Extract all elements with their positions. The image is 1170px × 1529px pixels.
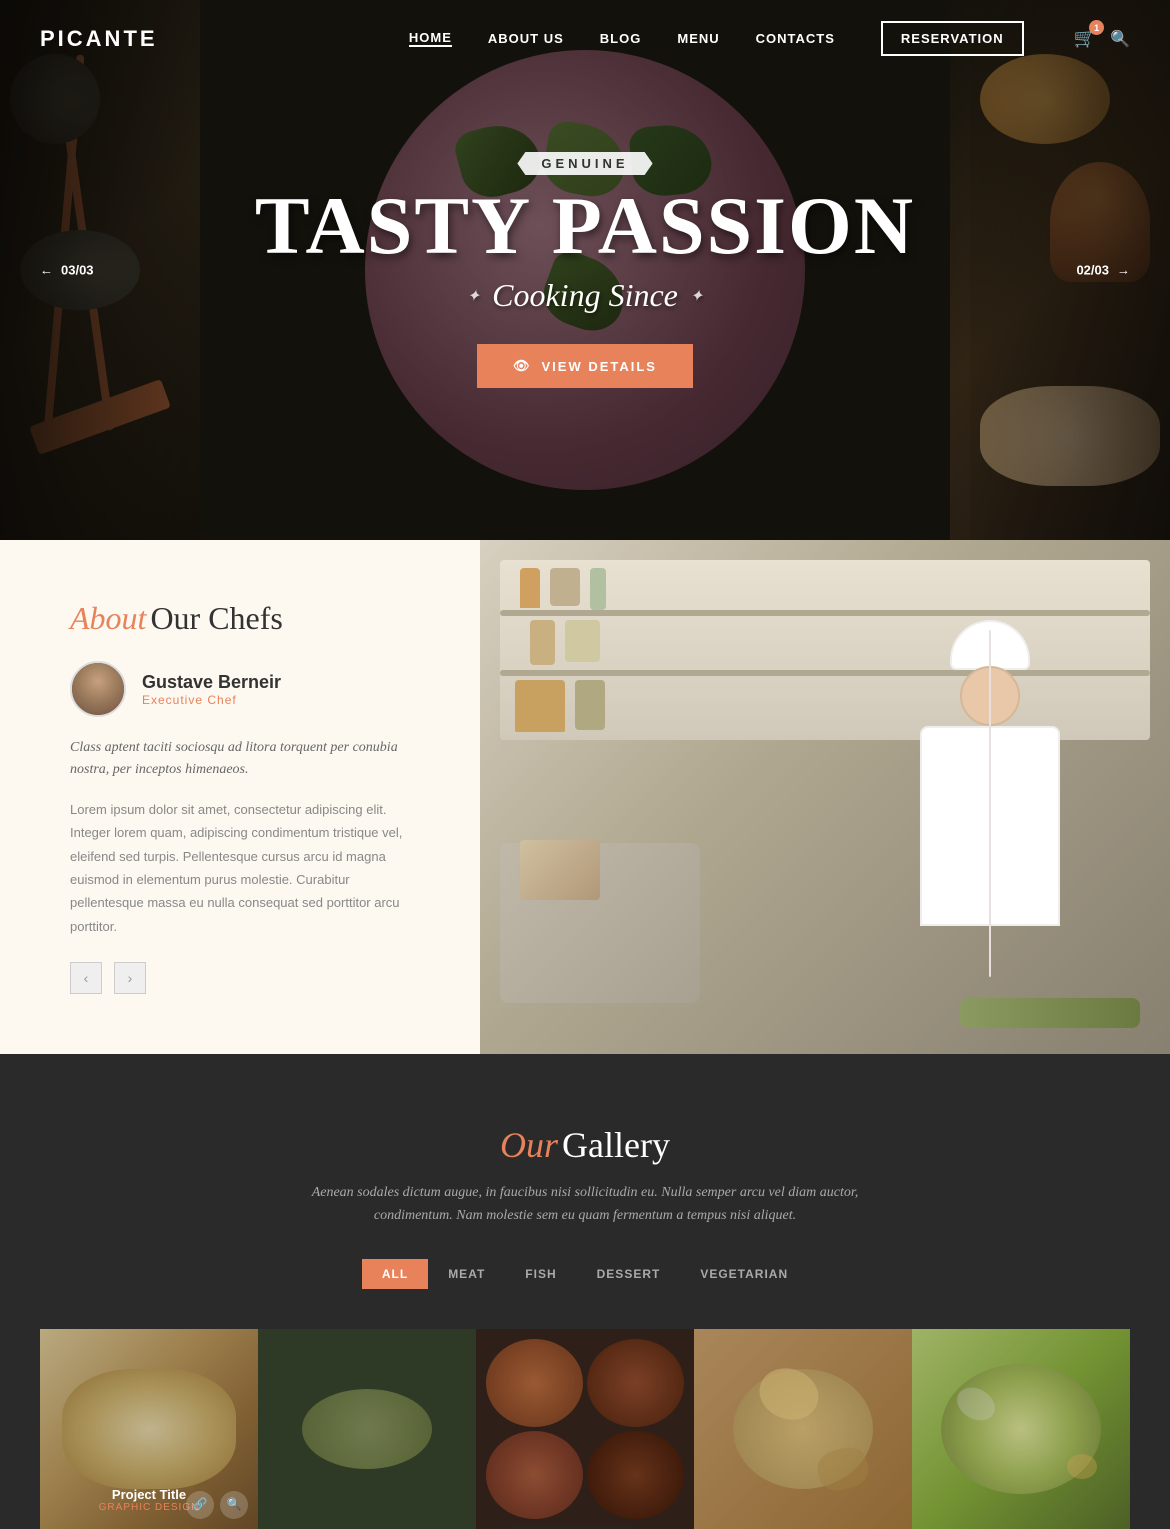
about-heading-regular: Our Chefs [150,600,282,636]
filter-vegetarian[interactable]: VEGETARIAN [680,1259,808,1289]
gallery-heading-italic: Our [500,1125,558,1165]
nav-reservation[interactable]: RESERVATION [881,21,1024,56]
hero-section: ← 03/03 02/03 → GENUINE TASTY PASSION ✦ … [0,0,1170,540]
shelf-item-1 [520,568,540,608]
coat-button-line [989,630,991,977]
nav-menu[interactable]: MENU [677,31,719,46]
about-content: About Our Chefs Gustave Berneir Executiv… [0,540,480,1054]
hero-next-btn[interactable]: 02/03 → [1076,263,1130,278]
chef-avatar [70,661,126,717]
about-prev-btn[interactable]: ‹ [70,962,102,994]
gallery-search-btn-1[interactable]: 🔍 [220,1491,248,1519]
nav-blog[interactable]: BLOG [600,31,642,46]
about-heading-italic: About [70,600,146,636]
hero-subtitle: ✦ Cooking Since ✦ [255,277,915,314]
search-icon[interactable]: 🔍 [1110,29,1130,49]
arrow-left-icon: ← [40,263,53,278]
gallery-filter-group: ALL MEAT FISH DESSERT VEGETARIAN [40,1259,1130,1289]
hero-content: GENUINE TASTY PASSION ✦ Cooking Since ✦ … [255,152,915,388]
hero-slide-count-right: 02/03 [1076,263,1109,278]
chef-name: Gustave Berneir [142,672,281,693]
subtitle-deco-left: ✦ [467,286,480,306]
about-chef-image [480,540,1170,1054]
nav-icon-group: 🛒 1 🔍 [1074,28,1130,49]
hero-genuine-badge: GENUINE [517,152,652,175]
shelf-item-3 [590,568,606,610]
shelf-item-7 [575,680,605,730]
gallery-item-1[interactable]: Project Title GRAPHIC DESIGN 🔗 🔍 [40,1329,258,1529]
about-section: About Our Chefs Gustave Berneir Executiv… [0,540,1170,1054]
gallery-item-overlay-5 [912,1329,1130,1529]
nav-contacts[interactable]: CONTACTS [756,31,835,46]
cart-count: 1 [1089,20,1104,35]
navigation: PICANTE HOME ABOUT US BLOG MENU CONTACTS… [0,0,1170,77]
site-logo: PICANTE [40,26,158,52]
gallery-item-actions-1: 🔗 🔍 [186,1491,248,1519]
filter-fish[interactable]: FISH [505,1259,576,1289]
gallery-item-2[interactable] [258,1329,476,1529]
gallery-heading: Our Gallery [40,1124,1130,1166]
gallery-subtitle-text-1: GRAPHIC DESIGN [99,1502,200,1513]
gallery-heading-regular: Gallery [562,1125,670,1165]
gallery-subtitle: Aenean sodales dictum augue, in faucibus… [305,1182,865,1227]
hero-title: TASTY PASSION [255,185,915,267]
shelf-item-2 [550,568,580,606]
about-body-text: Lorem ipsum dolor sit amet, consectetur … [70,798,420,938]
cart-button[interactable]: 🛒 1 [1074,28,1096,49]
subtitle-deco-right: ✦ [690,286,703,306]
food-on-counter [960,998,1140,1028]
nav-links: HOME ABOUT US BLOG MENU CONTACTS RESERVA… [409,21,1130,56]
shelf-item-4 [530,620,555,665]
chef-visual [870,620,1110,1054]
eye-icon: 👁 [513,358,532,374]
kitchen-pot [520,840,600,900]
hero-slide-count-left: 03/03 [61,263,94,278]
gallery-item-4[interactable] [694,1329,912,1529]
about-heading: About Our Chefs [70,600,420,637]
gallery-item-overlay-2 [258,1329,476,1529]
hero-prev-btn[interactable]: ← 03/03 [40,263,94,278]
gallery-link-btn-1[interactable]: 🔗 [186,1491,214,1519]
filter-meat[interactable]: MEAT [428,1259,505,1289]
chef-profile: Gustave Berneir Executive Chef [70,661,420,717]
shelf-item-5 [565,620,600,662]
arrow-right-icon: → [1117,263,1130,278]
filter-dessert[interactable]: DESSERT [577,1259,681,1289]
gallery-section: Our Gallery Aenean sodales dictum augue,… [0,1054,1170,1529]
kitchen-background [480,540,1170,1054]
hero-cta-button[interactable]: 👁 VIEW DETAILS [477,344,693,388]
gallery-item-3[interactable] [476,1329,694,1529]
chef-coat [920,726,1060,926]
about-carousel-controls: ‹ › [70,962,420,994]
gallery-item-overlay-3 [476,1329,694,1529]
hero-subtitle-text: Cooking Since [492,277,678,314]
filter-all[interactable]: ALL [362,1259,428,1289]
chef-title: Executive Chef [142,693,281,707]
nav-home[interactable]: HOME [409,30,452,47]
gallery-item-5[interactable] [912,1329,1130,1529]
about-quote: Class aptent taciti sociosqu ad litora t… [70,737,420,782]
hero-cta-label: VIEW DETAILS [542,359,657,374]
shelf-1 [500,610,1150,616]
shelf-item-6 [515,680,565,732]
chef-info: Gustave Berneir Executive Chef [142,672,281,707]
about-next-btn[interactable]: › [114,962,146,994]
nav-about[interactable]: ABOUT US [488,31,564,46]
gallery-item-overlay-4 [694,1329,912,1529]
gallery-grid: Project Title GRAPHIC DESIGN 🔗 🔍 [40,1329,1130,1529]
